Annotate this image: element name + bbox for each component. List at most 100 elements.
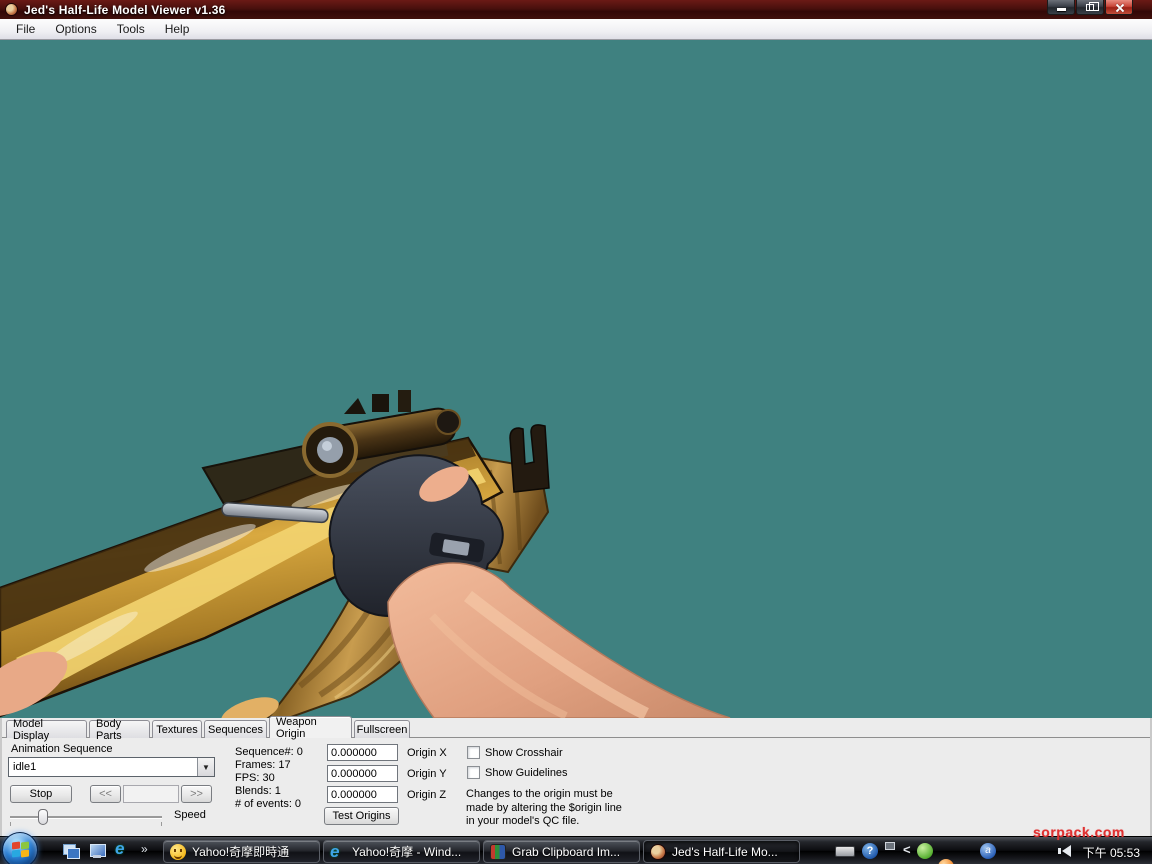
speed-slider[interactable] [10, 808, 162, 826]
animation-sequence-select[interactable]: idle1 ▼ [8, 757, 215, 777]
keyboard-tray-icon[interactable] [835, 846, 855, 857]
restore-icon [1086, 4, 1094, 11]
model-viewport[interactable] [0, 40, 1152, 718]
volume-tray-icon[interactable] [1062, 845, 1071, 857]
taskbar-button-yahoo-messenger[interactable]: Yahoo!奇摩即時通 [163, 840, 320, 863]
tab-label: Sequences [208, 724, 263, 736]
stop-label: Stop [30, 788, 53, 800]
tab-body-parts[interactable]: Body Parts [89, 720, 150, 738]
next-label: >> [190, 788, 203, 800]
prev-label: << [99, 788, 112, 800]
origin-note: Changes to the origin must be made by al… [466, 788, 622, 829]
events-count: # of events: 0 [235, 798, 303, 811]
chevron-down-icon: ▼ [197, 758, 214, 776]
frames-count: Frames: 17 [235, 759, 303, 772]
selected-sequence: idle1 [9, 761, 197, 773]
menu-help[interactable]: Help [155, 20, 200, 38]
taskbar-clock[interactable]: 下午 05:53 [1083, 844, 1140, 861]
checkbox-icon [467, 746, 480, 759]
menubar: File Options Tools Help [0, 19, 1152, 40]
show-guidelines-label: Show Guidelines [485, 767, 568, 779]
origin-x-label: Origin X [407, 747, 447, 759]
minimize-icon [1057, 8, 1066, 11]
screen: Jed's Half-Life Model Viewer v1.36 File … [0, 0, 1152, 864]
taskbar-button-label: Jed's Half-Life Mo... [672, 845, 778, 859]
help-tray-icon[interactable]: ? [862, 843, 878, 859]
quick-launch-overflow-chevron[interactable]: » [141, 842, 148, 856]
taskbar-button-grab-clipboard[interactable]: Grab Clipboard Im... [483, 840, 640, 863]
window-tray-icon[interactable] [885, 842, 895, 850]
award-tray-icon[interactable] [917, 843, 933, 859]
tab-label: Textures [156, 724, 198, 736]
tab-sequences[interactable]: Sequences [204, 720, 267, 738]
origin-z-label: Origin Z [407, 789, 446, 801]
titlebar: Jed's Half-Life Model Viewer v1.36 [0, 0, 1152, 19]
fox-tray-icon[interactable] [938, 859, 954, 864]
taskbar-button-label: Grab Clipboard Im... [512, 845, 620, 859]
note-line: made by altering the $origin line [466, 802, 622, 816]
start-button[interactable] [2, 832, 38, 864]
show-crosshair-checkbox[interactable]: Show Crosshair [467, 746, 563, 759]
tab-weapon-origin[interactable]: Weapon Origin [269, 716, 352, 738]
yahoo-messenger-icon [170, 844, 186, 860]
tab-textures[interactable]: Textures [152, 720, 202, 738]
show-guidelines-checkbox[interactable]: Show Guidelines [467, 766, 568, 779]
slider-track [10, 816, 162, 818]
watermark: sorpack.com [1033, 824, 1125, 840]
origin-z-input[interactable] [327, 786, 398, 803]
close-button[interactable] [1105, 0, 1133, 15]
test-origins-button[interactable]: Test Origins [324, 807, 399, 825]
minimize-button[interactable] [1047, 0, 1075, 15]
tab-strip: Model Display Body Parts Textures Sequen… [2, 718, 1150, 738]
tab-label: Body Parts [96, 718, 143, 742]
control-panel: Model Display Body Parts Textures Sequen… [0, 718, 1152, 836]
stop-button[interactable]: Stop [10, 785, 72, 803]
speed-label: Speed [174, 809, 206, 821]
hlmv-icon [650, 844, 666, 860]
sequence-number: Sequence#: 0 [235, 746, 303, 759]
note-line: in your model's QC file. [466, 815, 622, 829]
tab-fullscreen[interactable]: Fullscreen [354, 720, 410, 738]
taskbar-button-label: Yahoo!奇摩 - Wind... [352, 843, 461, 860]
internet-explorer-icon[interactable]: e [115, 841, 133, 857]
show-desktop-icon[interactable] [89, 843, 107, 859]
close-icon [1115, 3, 1124, 12]
globe-tray-icon[interactable]: a [980, 843, 996, 859]
menu-file[interactable]: File [6, 20, 45, 38]
grab-clipboard-icon [490, 844, 506, 860]
show-crosshair-label: Show Crosshair [485, 747, 563, 759]
origin-y-label: Origin Y [407, 768, 447, 780]
origin-y-input[interactable] [327, 765, 398, 782]
switch-windows-icon[interactable] [62, 843, 80, 859]
slider-tick [161, 822, 162, 826]
internet-explorer-icon: e [330, 844, 346, 860]
taskbar: e » Yahoo!奇摩即時通 e Yahoo!奇摩 - Wind... Gra… [0, 836, 1152, 864]
frame-number-field[interactable] [123, 785, 179, 803]
slider-tick [10, 822, 11, 826]
tab-model-display[interactable]: Model Display [6, 720, 87, 738]
blends-count: Blends: 1 [235, 785, 303, 798]
taskbar-button-yahoo-browser[interactable]: e Yahoo!奇摩 - Wind... [323, 840, 480, 863]
tab-label: Weapon Origin [276, 716, 345, 740]
checkbox-icon [467, 766, 480, 779]
taskbar-button-hlmv[interactable]: Jed's Half-Life Mo... [643, 840, 800, 863]
restore-button[interactable] [1076, 0, 1104, 15]
prev-frame-button[interactable]: << [90, 785, 121, 803]
next-frame-button[interactable]: >> [181, 785, 212, 803]
app-icon [5, 3, 18, 16]
menu-options[interactable]: Options [45, 20, 106, 38]
slider-thumb[interactable] [38, 809, 48, 825]
window-title: Jed's Half-Life Model Viewer v1.36 [24, 3, 226, 17]
origin-x-input[interactable] [327, 744, 398, 761]
sequence-info: Sequence#: 0 Frames: 17 FPS: 30 Blends: … [235, 746, 303, 811]
windows-logo-icon [12, 842, 29, 858]
animation-sequence-label: Animation Sequence [11, 743, 113, 755]
tab-label: Fullscreen [357, 724, 408, 736]
ie-glyph: e [115, 839, 124, 858]
menu-tools[interactable]: Tools [107, 20, 155, 38]
tab-label: Model Display [13, 718, 80, 742]
test-origins-label: Test Origins [332, 810, 390, 822]
window-controls [1046, 0, 1133, 15]
note-line: Changes to the origin must be [466, 788, 622, 802]
taskbar-button-label: Yahoo!奇摩即時通 [192, 843, 289, 860]
